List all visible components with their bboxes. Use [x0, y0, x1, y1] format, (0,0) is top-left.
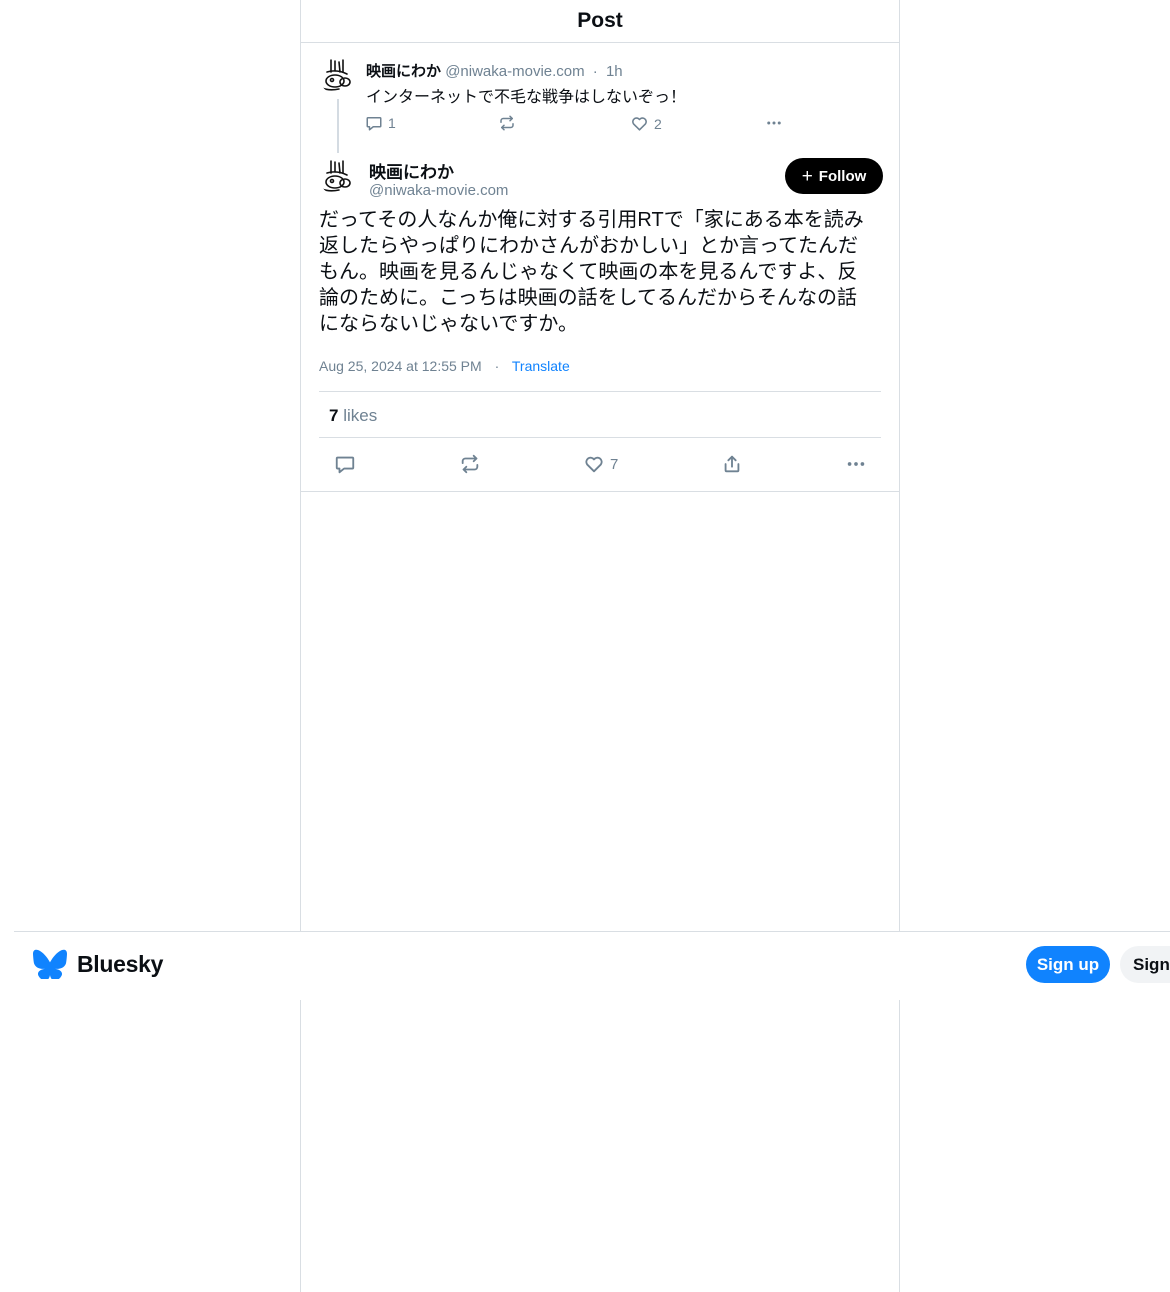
- likes-count: 7: [329, 406, 339, 425]
- page-header: Post: [301, 0, 899, 43]
- divider: [319, 391, 881, 392]
- sign-in-button[interactable]: Sign: [1120, 946, 1170, 983]
- reply-button[interactable]: 1: [365, 114, 396, 132]
- page-title: Post: [577, 9, 623, 32]
- repost-button[interactable]: [459, 453, 481, 475]
- parent-post-text: インターネットで不毛な戦争はしないぞっ！: [366, 89, 687, 106]
- date-separator: ·: [494, 358, 500, 374]
- author-name[interactable]: 映画にわか: [366, 63, 441, 80]
- parent-post-actions: 1 2: [361, 113, 791, 135]
- like-count: 2: [654, 115, 662, 132]
- divider: [319, 437, 881, 438]
- follow-button[interactable]: + Follow: [785, 158, 883, 194]
- likes-label: likes: [343, 406, 378, 425]
- reply-button[interactable]: [334, 453, 356, 475]
- like-button[interactable]: 7: [583, 453, 618, 475]
- avatar-drawing-icon: [321, 59, 351, 91]
- like-count: 7: [610, 455, 619, 473]
- avatar[interactable]: [319, 159, 355, 195]
- sign-up-button[interactable]: Sign up: [1026, 946, 1110, 983]
- logo-text: Bluesky: [77, 950, 164, 977]
- more-options-button[interactable]: [845, 453, 867, 475]
- parent-post[interactable]: 映画にわか @niwaka-movie.com · 1h インターネットで不毛な…: [301, 43, 899, 153]
- like-button[interactable]: 2: [630, 114, 662, 133]
- more-options-button[interactable]: [764, 114, 784, 132]
- share-button[interactable]: [721, 453, 743, 475]
- heart-icon: [632, 117, 647, 131]
- ellipsis-icon: [847, 462, 865, 466]
- ellipsis-icon: [767, 121, 781, 125]
- translate-link[interactable]: Translate: [512, 358, 570, 374]
- main-column: Post 映画にわか @niwaka-movie.com · 1h インターネッ…: [300, 0, 900, 1292]
- post-time[interactable]: 1h: [606, 63, 623, 80]
- author-handle[interactable]: @niwaka-movie.com: [369, 182, 508, 199]
- plus-icon: +: [801, 165, 813, 187]
- signup-bottom-bar: Bluesky Sign up Sign: [14, 931, 1170, 1000]
- repost-button[interactable]: [498, 114, 521, 132]
- parent-post-meta: 映画にわか @niwaka-movie.com · 1h: [366, 60, 623, 81]
- butterfly-icon: [33, 949, 67, 979]
- post-date: Aug 25, 2024 at 12:55 PM: [319, 358, 482, 374]
- main-post-actions: 7: [301, 453, 899, 479]
- reply-count: 1: [388, 115, 396, 131]
- thread-line: [337, 99, 339, 153]
- follow-label: Follow: [818, 167, 867, 185]
- author-handle[interactable]: @niwaka-movie.com: [445, 63, 584, 80]
- repost-arrows-icon: [461, 454, 479, 474]
- meta-separator: ·: [592, 63, 598, 80]
- post-date-row: Aug 25, 2024 at 12:55 PM · Translate: [319, 358, 570, 374]
- post-bottom-divider: [301, 491, 899, 492]
- repost-arrows-icon: [500, 115, 514, 131]
- heart-icon: [585, 456, 603, 473]
- avatar[interactable]: [319, 58, 355, 94]
- speech-bubble-icon: [335, 456, 355, 474]
- main-post-text: だってその人なんか俺に対する引用RTで「家にある本を読み返したらやっぱりにわかさ…: [319, 209, 864, 335]
- author-name[interactable]: 映画にわか: [369, 158, 454, 183]
- share-upload-icon: [724, 455, 740, 473]
- avatar-drawing-icon: [321, 160, 351, 192]
- bluesky-logo[interactable]: Bluesky: [33, 949, 163, 979]
- likes-summary[interactable]: 7 likes: [329, 406, 377, 426]
- speech-bubble-icon: [366, 117, 382, 131]
